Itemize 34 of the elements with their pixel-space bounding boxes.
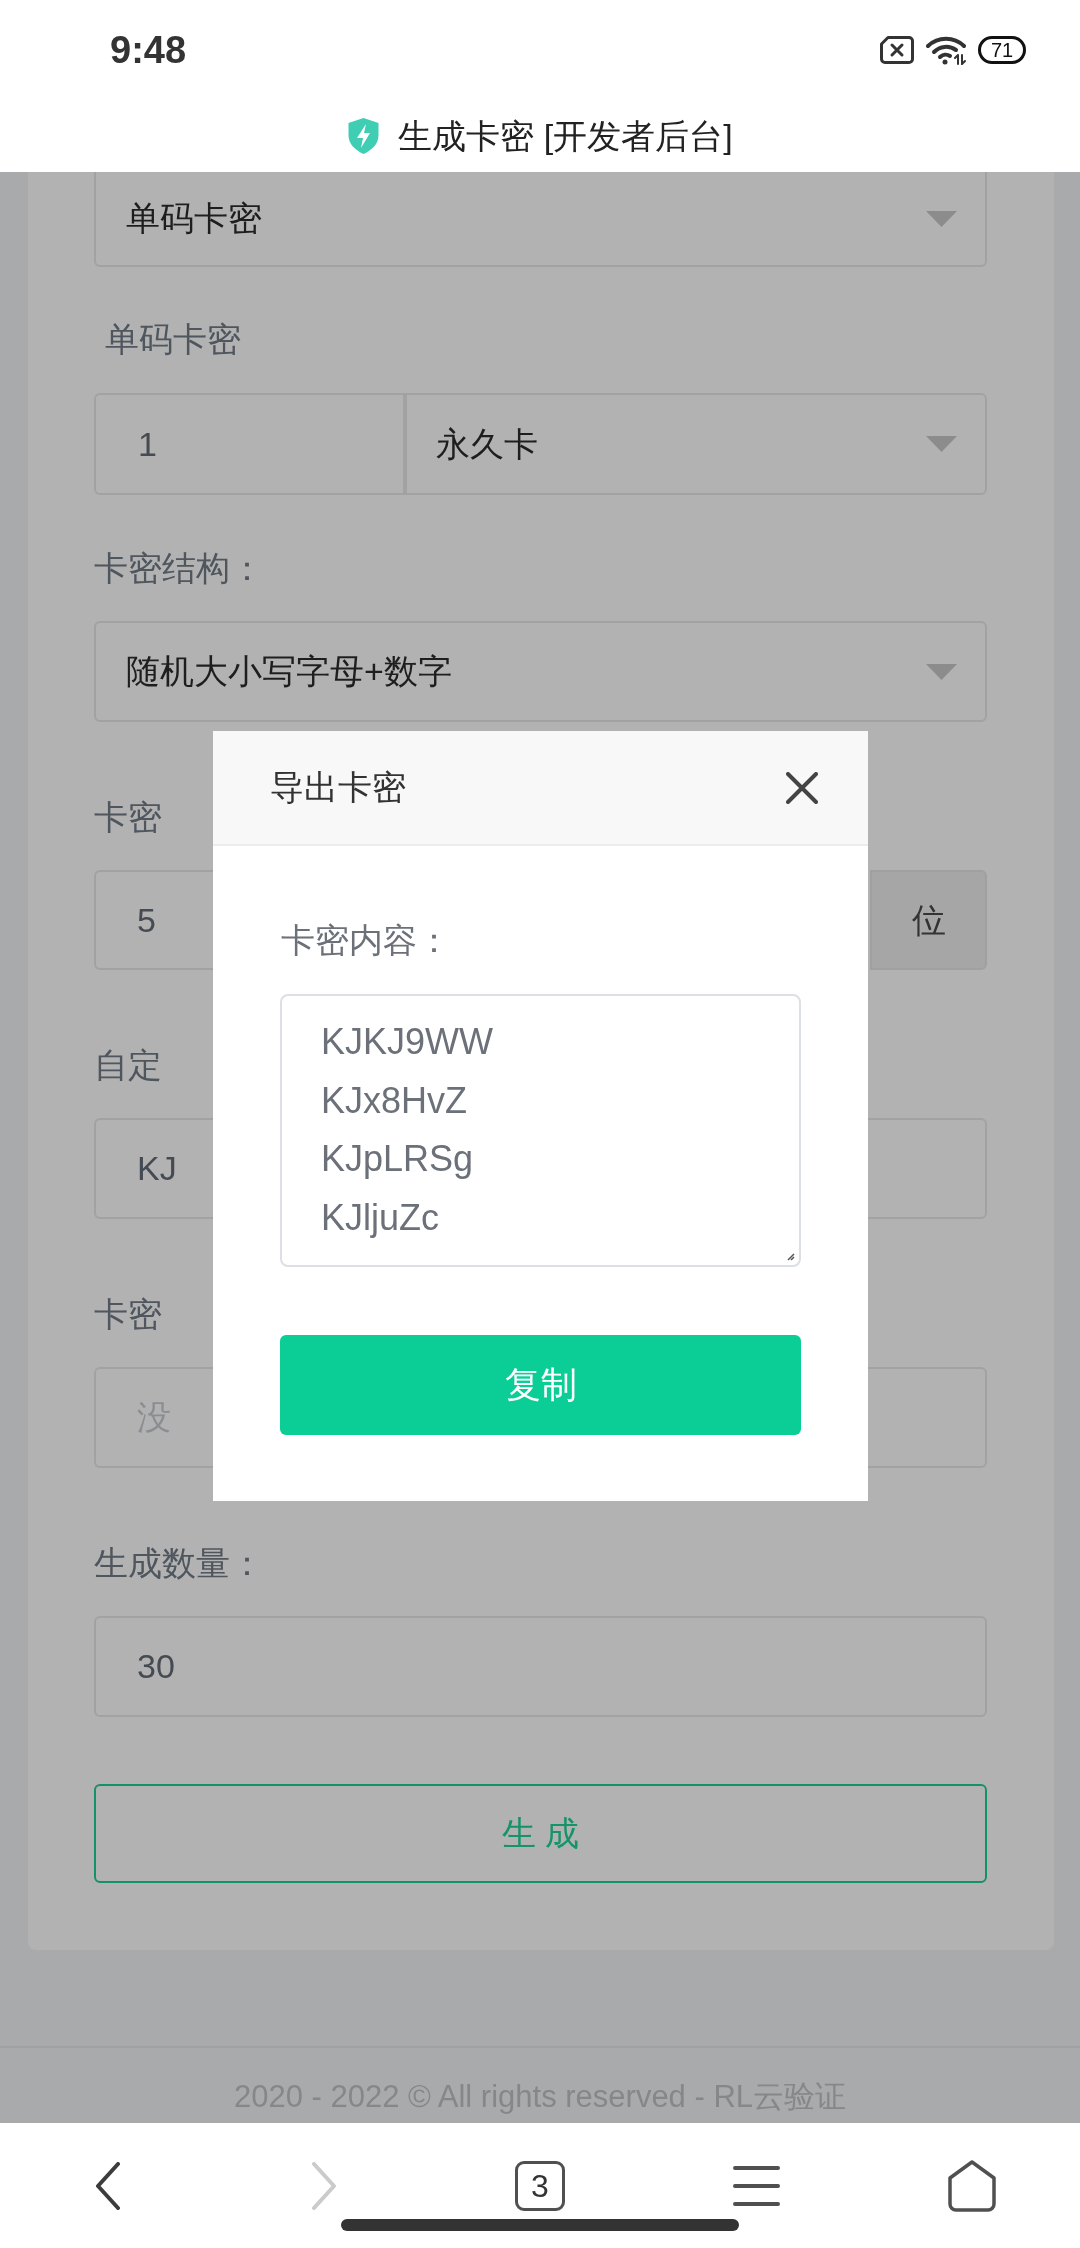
resize-grip-icon (787, 1253, 795, 1261)
battery-level: 71 (978, 36, 1026, 64)
codes-textarea[interactable]: KJKJ9WW KJx8HvZ KJpLRSg KJljuZc (280, 994, 801, 1267)
field-label: 卡密 (94, 797, 162, 837)
field-label: 自定 (94, 1045, 162, 1085)
menu-icon[interactable] (732, 2165, 780, 2207)
code-text: KJx8HvZ (321, 1078, 468, 1123)
home-icon[interactable] (947, 2160, 997, 2212)
dropdown-select[interactable]: 单码卡密 (94, 172, 987, 267)
field-label: 卡密内容： (281, 920, 451, 960)
dropdown-select[interactable]: 永久卡 (405, 393, 987, 495)
field-label: 单码卡密 (105, 319, 241, 359)
code-text: KJpLRSg (321, 1137, 474, 1182)
status-time: 9:48 (110, 27, 187, 73)
close-icon[interactable] (786, 771, 818, 804)
field-label: 生成数量： (94, 1543, 264, 1583)
unit-addon: 位 (870, 870, 987, 970)
number-input[interactable]: 1 (94, 393, 405, 495)
wifi-icon (926, 35, 966, 65)
code-text: KJljuZc (321, 1196, 440, 1241)
field-label: 卡密 (94, 1294, 162, 1334)
field-label: 卡密结构： (94, 548, 264, 588)
tabs-button[interactable]: 3 (515, 2161, 565, 2211)
sim-card-x-icon (880, 36, 914, 64)
dropdown-select[interactable]: 随机大小写字母+数字 (94, 621, 987, 722)
back-icon[interactable] (95, 2162, 121, 2210)
shield-bolt-icon (347, 117, 381, 155)
text-input[interactable]: 30 (94, 1616, 987, 1717)
dialog-title: 导出卡密 (270, 767, 406, 808)
caret-icon (926, 436, 957, 452)
code-text: KJKJ9WW (321, 1020, 493, 1064)
caret-icon (926, 663, 957, 680)
page-title: 生成卡密 [开发者后台] (398, 115, 733, 157)
caret-icon (926, 210, 957, 227)
